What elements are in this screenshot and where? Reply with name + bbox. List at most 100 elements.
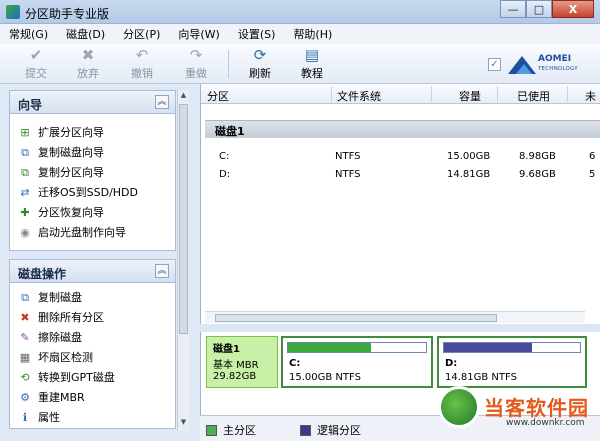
table-row[interactable]: D: NTFS 14.81GB 9.68GB 5 [201,166,600,184]
wizard-item-extend-partition[interactable]: ⊞ 扩展分区向导 [10,122,175,142]
toolbar: ✔ 提交 ✖ 放弃 ↶ 撤销 ↷ 重做 ⟳ 刷新 ▤ 教程 ✓ AOMEI TE… [0,44,600,84]
legend-logical: 逻辑分区 [300,422,361,438]
undo-button[interactable]: ↶ 撤销 [122,47,162,81]
column-divider [567,86,568,102]
migrate-os-icon: ⇄ [20,185,30,199]
refresh-label: 刷新 [249,67,271,80]
menu-settings[interactable]: 设置(S) [229,26,285,42]
menu-wizard[interactable]: 向导(W) [169,26,228,42]
partition-block-c[interactable]: C: 15.00GB NTFS [281,336,433,388]
redo-button[interactable]: ↷ 重做 [176,47,216,81]
left-scrollbar[interactable]: ▲ ▼ [177,90,189,431]
ops-item-delete-all[interactable]: ✖ 删除所有分区 [10,307,175,327]
ops-item-bad-sector[interactable]: ▦ 坏扇区检测 [10,347,175,367]
menu-bar: 常规(G) 磁盘(D) 分区(P) 向导(W) 设置(S) 帮助(H) [0,24,600,44]
extend-partition-icon: ⊞ [20,125,30,139]
undo-icon: ↶ [135,46,149,64]
tutorial-label: 教程 [301,67,323,80]
boot-disc-icon: ◉ [20,225,30,239]
menu-disk[interactable]: 磁盘(D) [57,26,114,42]
cell-unused: 5 [589,169,596,180]
col-partition[interactable]: 分区 [207,88,229,104]
ops-item-label: 擦除磁盘 [38,331,82,344]
redo-label: 重做 [185,67,207,80]
watermark-url: www.downkr.com [506,418,585,428]
commit-button[interactable]: ✔ 提交 [16,47,56,81]
cell-filesystem: NTFS [335,151,361,162]
col-filesystem[interactable]: 文件系统 [337,88,381,104]
wizard-item-label: 启动光盘制作向导 [38,226,126,239]
usage-fill [444,343,533,352]
ops-item-rebuild-mbr[interactable]: ⚙ 重建MBR [10,387,175,407]
minimize-button[interactable]: — [500,0,526,18]
commit-label: 提交 [25,67,47,80]
convert-gpt-icon: ⟲ [20,370,30,384]
ops-item-convert-gpt[interactable]: ⟲ 转换到GPT磁盘 [10,367,175,387]
panel-gap [9,251,176,259]
menu-partition[interactable]: 分区(P) [114,26,169,42]
logo-sub: TECHNOLOGY [538,66,578,72]
logo-name: AOMEI [538,54,572,64]
wizard-item-copy-partition[interactable]: ⧉ 复制分区向导 [10,162,175,182]
menu-help[interactable]: 帮助(H) [284,26,341,42]
wizard-item-label: 迁移OS到SSD/HDD [38,186,138,199]
rebuild-mbr-icon: ⚙ [20,390,30,404]
menu-general[interactable]: 常规(G) [0,26,57,42]
left-scrollbar-thumb[interactable] [179,104,188,334]
watermark-text: 当客软件园 [484,396,589,420]
ops-item-label: 重建MBR [38,391,85,404]
checkmark-icon: ✔ [29,46,43,64]
aomei-logo-mark-icon [508,56,536,74]
close-button[interactable]: X [552,0,594,18]
ops-item-wipe-disk[interactable]: ✎ 擦除磁盘 [10,327,175,347]
discard-label: 放弃 [77,67,99,80]
pane-splitter[interactable] [200,324,600,332]
horizontal-scrollbar-thumb[interactable] [215,314,497,322]
wizard-item-migrate-os[interactable]: ⇄ 迁移OS到SSD/HDD [10,182,175,202]
ops-item-label: 转换到GPT磁盘 [38,371,115,384]
scroll-up-icon[interactable]: ▲ [178,91,189,103]
cell-unused: 6 [589,151,596,162]
ops-item-label: 坏扇区检测 [38,351,93,364]
ops-item-properties[interactable]: ℹ 属性 [10,407,175,427]
ops-item-copy-disk[interactable]: ⧉ 复制磁盘 [10,287,175,307]
copy-disk-icon: ⧉ [21,290,29,304]
wizard-item-copy-disk[interactable]: ⧉ 复制磁盘向导 [10,142,175,162]
bad-sector-icon: ▦ [19,350,31,364]
undo-label: 撤销 [131,67,153,80]
discard-button[interactable]: ✖ 放弃 [68,47,108,81]
maximize-button[interactable]: □ [526,0,552,18]
col-unused[interactable]: 未 [585,88,596,104]
wizard-item-label: 分区恢复向导 [38,206,104,219]
column-divider [497,86,498,102]
partition-letter: C: [289,358,301,369]
wizard-item-partition-recovery[interactable]: ✚ 分区恢复向导 [10,202,175,222]
wizard-collapse-button[interactable]: ︽ [155,95,169,109]
col-capacity[interactable]: 容量 [459,88,481,104]
tutorial-button[interactable]: ▤ 教程 [292,47,332,81]
cell-partition: D: [219,169,231,180]
ops-collapse-button[interactable]: ︽ [155,264,169,278]
refresh-button[interactable]: ⟳ 刷新 [240,47,280,81]
partition-table-header: 分区 文件系统 容量 已使用 未 [201,84,600,104]
wizard-item-boot-disc[interactable]: ◉ 启动光盘制作向导 [10,222,175,242]
legend-primary: 主分区 [206,422,256,438]
cell-used: 9.68GB [519,169,556,180]
properties-icon: ℹ [22,410,28,424]
table-row[interactable]: C: NTFS 15.00GB 8.98GB 6 [201,148,600,166]
disk-info-box[interactable]: 磁盘1 基本 MBR 29.82GB [206,336,278,388]
disk-group-label: 磁盘1 [215,125,245,138]
wizard-item-label: 复制磁盘向导 [38,146,104,159]
toolbar-checkbox[interactable]: ✓ [488,58,501,71]
disk-type: 基本 MBR [213,360,259,371]
delete-all-icon: ✖ [20,310,30,324]
horizontal-scrollbar[interactable] [205,311,585,323]
discard-icon: ✖ [81,46,95,64]
refresh-icon: ⟳ [253,46,267,64]
disk-group-row[interactable]: 磁盘1 [205,120,600,138]
wizard-panel-body: ⊞ 扩展分区向导 ⧉ 复制磁盘向导 ⧉ 复制分区向导 ⇄ 迁移OS到SSD/HD… [9,114,176,251]
col-used[interactable]: 已使用 [517,88,550,104]
disk-size: 29.82GB [213,371,257,382]
legend-swatch [206,424,217,436]
scroll-down-icon[interactable]: ▼ [178,418,189,430]
